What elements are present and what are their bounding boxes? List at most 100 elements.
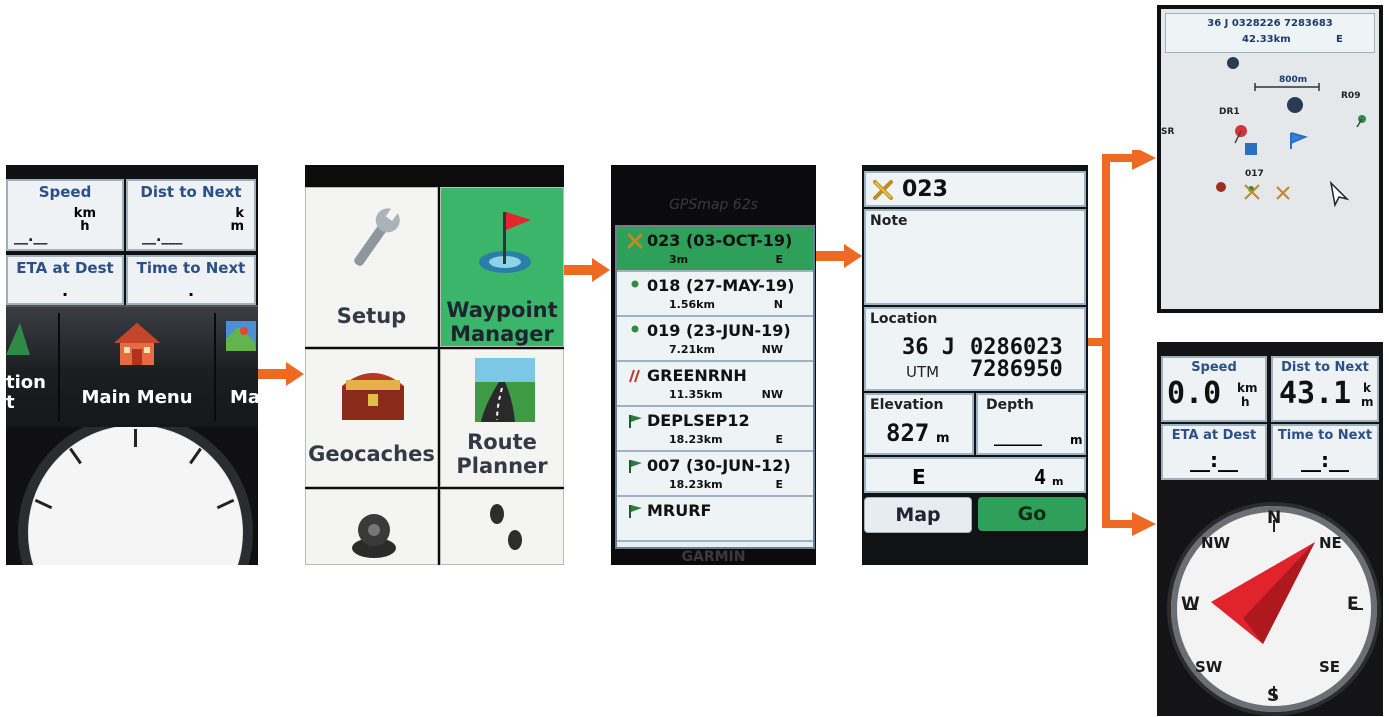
location-field[interactable]: Location 36 J 0286023 UTM 7286950 — [864, 307, 1086, 391]
map-button[interactable]: Map — [864, 497, 972, 533]
waypoint-direction: NW — [761, 343, 783, 356]
dist-to-next-field[interactable]: Dist to Next k m __.___ — [126, 179, 256, 251]
arrow-icon — [258, 362, 304, 386]
waypoint-detail-screen: 023 Note Location 36 J 0286023 UTM 72869… — [862, 165, 1088, 565]
wrench-icon — [354, 206, 400, 266]
waypoint-distance: 1.56km — [669, 298, 715, 311]
waypoint-list-screen: GPSmap 62s 023 (03-OCT-19) 3m E 018 (27-MAY… — [611, 165, 816, 565]
time-value: . — [187, 281, 195, 300]
waypoint-distance: 11.35km — [669, 388, 723, 401]
map-label-sr: SR — [1161, 127, 1175, 137]
dist-value: __.___ — [142, 229, 183, 245]
list-item[interactable]: 007 (30-JUN-12) 18.23km E — [617, 452, 813, 497]
menu-item-partial-right[interactable]: Ma — [216, 307, 258, 427]
list-item[interactable]: MRURF — [617, 497, 813, 542]
distance-unit: m — [1052, 475, 1064, 488]
dot-icon — [627, 278, 643, 298]
go-button[interactable]: Go — [978, 497, 1086, 531]
list-item[interactable]: 023 (03-OCT-19) 3m E — [617, 227, 813, 272]
main-menu-label: Main Menu — [81, 387, 193, 408]
waypoint-name: 023 (03-OCT-19) — [647, 231, 793, 250]
elevation-value: 827 — [886, 419, 930, 447]
menu-left-label-2: t — [6, 392, 15, 413]
map-icon — [6, 323, 30, 355]
waypoint-list[interactable]: 023 (03-OCT-19) 3m E 018 (27-MAY-19) 1.56km N… — [615, 225, 815, 549]
eta-value: . — [61, 281, 69, 300]
manager-label: Manager — [450, 322, 554, 346]
menu-item-partial-left[interactable]: tion t — [6, 307, 58, 427]
waypoint-direction: E — [775, 478, 783, 491]
planner-label: Planner — [456, 454, 548, 478]
speed-field[interactable]: Speed km h __.__ — [6, 179, 124, 251]
cardinal-sw: SW — [1195, 658, 1223, 676]
geocaches-tile[interactable]: Geocaches — [305, 349, 438, 487]
dist-value: 43.1 — [1279, 376, 1352, 411]
track-manager-tile[interactable] — [440, 489, 564, 565]
dist-to-next-field[interactable]: Dist to Next 43.1 k m — [1271, 356, 1379, 422]
waypoint-name: DEPLSEP12 — [647, 411, 750, 430]
brand-label: GARMIN — [681, 549, 746, 565]
map-marks — [1216, 57, 1366, 208]
route-label: Route — [467, 430, 537, 454]
waypoint-distance: 18.23km — [669, 433, 723, 446]
elevation-label: Elevation — [870, 397, 944, 413]
arrow-icon — [816, 244, 862, 268]
cardinal-nw: NW — [1201, 534, 1231, 552]
cardinal-s: S — [1267, 686, 1280, 706]
list-item[interactable]: DEPLSEP12 18.23km E — [617, 407, 813, 452]
map-icon — [226, 321, 256, 351]
depth-label: Depth — [986, 397, 1034, 413]
waypoint-name: 023 — [902, 177, 948, 202]
list-item[interactable]: GREENRNH 11.35km NW — [617, 362, 813, 407]
camera-tile[interactable] — [305, 489, 438, 565]
trip-computer-screen: Speed km h __.__ Dist to Next k m __.___… — [6, 165, 258, 565]
main-menu-button[interactable]: Main Menu — [60, 307, 214, 427]
speed-unit-bottom: h — [80, 219, 90, 234]
geocaches-label: Geocaches — [308, 442, 435, 466]
datum-label: UTM — [906, 363, 940, 381]
elevation-field[interactable]: Elevation 827 m — [864, 393, 974, 455]
depth-value: ______ — [994, 427, 1042, 446]
eta-value: __:__ — [1190, 448, 1238, 472]
speed-value: __.__ — [14, 229, 48, 245]
cardinal-w: W — [1181, 594, 1200, 614]
speed-label: Speed — [38, 183, 92, 201]
speed-label: Speed — [1191, 360, 1237, 375]
road-icon — [475, 358, 535, 422]
waypoint-name-field[interactable]: 023 — [864, 171, 1086, 207]
distance-value: 4 — [1034, 465, 1047, 489]
list-item[interactable]: 018 (27-MAY-19) 1.56km N — [617, 272, 813, 317]
waypoint-name: 019 (23-JUN-19) — [647, 321, 791, 340]
eta-field[interactable]: ETA at Dest . — [6, 255, 124, 305]
utm-zone: 36 J — [902, 335, 955, 360]
crossed-picks-icon — [627, 233, 643, 253]
arrow-icon — [564, 258, 610, 282]
map-view[interactable]: 36 J 0328226 7283683 42.33km E 800m DR1 … — [1161, 9, 1379, 309]
setup-tile[interactable]: Setup — [305, 187, 438, 347]
map-label-017: 017 — [1245, 169, 1264, 179]
list-item[interactable]: 019 (23-JUN-19) 7.21km NW — [617, 317, 813, 362]
waypoint-name: 018 (27-MAY-19) — [647, 276, 795, 295]
speed-unit-top: km — [1237, 381, 1258, 395]
flag-icon — [627, 413, 643, 433]
time-to-next-field[interactable]: Time to Next __:__ — [1271, 424, 1379, 480]
waypoint-name: 007 (30-JUN-12) — [647, 456, 791, 475]
cardinal-ne: NE — [1319, 534, 1342, 552]
bearing-distance-field: E 4 m — [864, 457, 1086, 493]
eta-field[interactable]: ETA at Dest __:__ — [1161, 424, 1267, 480]
route-planner-tile[interactable]: Route Planner — [440, 349, 564, 487]
speed-field[interactable]: Speed 0.0 km h — [1161, 356, 1267, 422]
menu-left-label: tion — [6, 372, 46, 393]
location-label: Location — [870, 311, 938, 327]
waypoint-manager-tile[interactable]: Waypoint Manager — [440, 187, 564, 347]
time-to-next-field[interactable]: Time to Next . — [126, 255, 256, 305]
compass-screen: Speed 0.0 km h Dist to Next 43.1 k m ETA… — [1157, 342, 1383, 716]
map-screen: 36 J 0328226 7283683 42.33km E 800m DR1 … — [1157, 5, 1383, 313]
footprints-icon — [490, 504, 522, 550]
note-field[interactable]: Note — [864, 209, 1086, 305]
map-label-dr1: DR1 — [1219, 107, 1240, 117]
waypoint-distance: 18.23km — [669, 478, 723, 491]
dist-label: Dist to Next — [140, 183, 242, 201]
flag-icon — [627, 458, 643, 478]
depth-field[interactable]: Depth ______ m — [976, 393, 1086, 455]
